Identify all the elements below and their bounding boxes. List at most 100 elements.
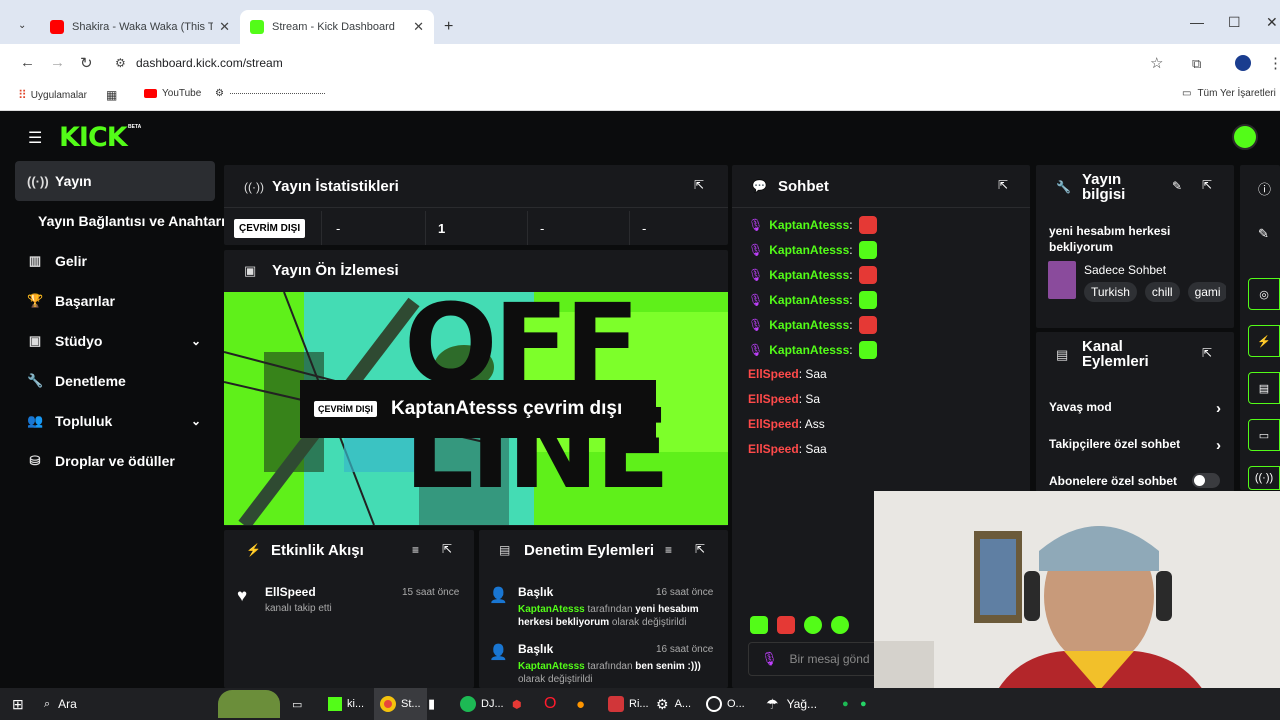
chat-username[interactable]: KaptanAtesss bbox=[769, 218, 849, 232]
back-icon[interactable]: ← bbox=[20, 54, 35, 71]
taskbar-files[interactable]: ▮ bbox=[428, 688, 435, 720]
bookmark-star-icon[interactable]: ☆ bbox=[1150, 54, 1163, 72]
subscribers-only-toggle[interactable] bbox=[1192, 473, 1220, 488]
sidebar-item-yayin[interactable]: ((·)) Yayın bbox=[15, 161, 215, 201]
tag-gaming[interactable]: gami bbox=[1187, 282, 1226, 302]
chat-username[interactable]: KaptanAtesss bbox=[769, 318, 849, 332]
sidebar-item-topluluk[interactable]: 👥 Topluluk ⌄ bbox=[15, 401, 215, 441]
task-view-icon[interactable]: ▭ bbox=[292, 688, 302, 720]
close-window-icon[interactable]: ✕ bbox=[1266, 14, 1278, 31]
popout-icon[interactable]: ⇱ bbox=[1202, 178, 1212, 192]
activity-action: kanalı takip etti bbox=[265, 603, 332, 614]
taskbar-search[interactable]: ⌕ Ara bbox=[44, 688, 234, 720]
activity-user[interactable]: EllSpeed bbox=[265, 585, 316, 599]
taskbar-settings[interactable]: ⚙ A... bbox=[656, 688, 691, 720]
emote-angry-icon[interactable] bbox=[777, 616, 795, 634]
mod-user[interactable]: KaptanAtesss bbox=[518, 604, 585, 615]
taskbar-chrome[interactable]: St... bbox=[374, 688, 427, 720]
tab-close-icon[interactable]: ✕ bbox=[219, 19, 230, 35]
chat-username[interactable]: EllSpeed bbox=[748, 417, 799, 431]
tab-youtube[interactable]: Shakira - Waka Waka (This Time ✕ bbox=[40, 10, 240, 44]
bookmark-all[interactable]: ▭ Tüm Yer İşaretleri bbox=[1182, 88, 1276, 99]
taskbar-firefox[interactable]: ● bbox=[576, 688, 585, 720]
slow-mode-row[interactable]: Yavaş mod › bbox=[1049, 400, 1221, 417]
popout-icon[interactable]: ⇱ bbox=[694, 178, 704, 192]
sidebar-item-basarilar[interactable]: 🏆 Başarılar bbox=[15, 281, 215, 321]
taskbar-opera[interactable]: O bbox=[544, 688, 556, 720]
info-icon[interactable]: ⓘ bbox=[1258, 179, 1271, 198]
channel-actions-icon: ▤ bbox=[1056, 347, 1069, 362]
sidebar-item-stream-key[interactable]: Yayın Bağlantısı ve Anahtarı bbox=[15, 201, 225, 241]
tab-kick-dashboard[interactable]: Stream - Kick Dashboard ✕ bbox=[240, 10, 434, 44]
bookmark-settings[interactable]: ⚙ bbox=[215, 88, 325, 99]
popout-icon[interactable]: ⇱ bbox=[695, 542, 705, 556]
youtube-favicon-icon bbox=[50, 20, 64, 34]
windows-start-icon[interactable]: ⊞ bbox=[12, 688, 24, 720]
tab-search-icon[interactable]: ⌄ bbox=[18, 20, 26, 31]
profile-avatar[interactable] bbox=[1235, 55, 1251, 71]
bookmark-apps[interactable]: ⠿ Uygulamalar bbox=[18, 88, 87, 102]
stream-info-title: Yayın bilgisi bbox=[1082, 171, 1126, 203]
popout-icon[interactable]: ⇱ bbox=[1202, 346, 1212, 360]
popout-icon[interactable]: ⇱ bbox=[998, 178, 1008, 192]
address-bar[interactable]: dashboard.kick.com/stream bbox=[136, 56, 283, 70]
rail-broadcast-button[interactable]: ((·)) bbox=[1248, 466, 1280, 490]
chat-username[interactable]: KaptanAtesss bbox=[769, 293, 849, 307]
chat-username[interactable]: KaptanAtesss bbox=[769, 268, 849, 282]
user-avatar[interactable] bbox=[1232, 124, 1258, 150]
taskbar-kick[interactable]: ki... bbox=[328, 688, 364, 720]
bookmark-youtube[interactable]: YouTube bbox=[144, 88, 201, 99]
chevron-down-icon[interactable]: ⌄ bbox=[191, 414, 201, 428]
emote-chat-icon[interactable] bbox=[831, 616, 849, 634]
chat-username[interactable]: KaptanAtesss bbox=[769, 243, 849, 257]
tag-turkish[interactable]: Turkish bbox=[1084, 282, 1137, 302]
forward-icon[interactable]: → bbox=[50, 54, 65, 71]
site-info-icon[interactable]: ⚙ bbox=[115, 56, 126, 70]
sidebar-item-gelir[interactable]: ▥ Gelir bbox=[15, 241, 215, 281]
category-name[interactable]: Sadece Sohbet bbox=[1084, 263, 1166, 277]
minimize-icon[interactable]: — bbox=[1190, 14, 1204, 30]
taskbar-app-red[interactable]: ⬢ bbox=[512, 688, 522, 720]
bookmark-grid-icon[interactable]: ▦ bbox=[106, 88, 117, 102]
user-edit-icon: 👤 bbox=[489, 644, 508, 661]
chat-username[interactable]: EllSpeed bbox=[748, 367, 799, 381]
chat-input[interactable]: 🎙 Bir mesaj gönd bbox=[748, 642, 878, 676]
new-tab-button[interactable]: + bbox=[444, 18, 453, 36]
emote-green-icon[interactable] bbox=[750, 616, 768, 634]
emote-alien-icon[interactable] bbox=[804, 616, 822, 634]
mod-user[interactable]: KaptanAtesss bbox=[518, 661, 585, 672]
rail-chat-button[interactable]: ▭ bbox=[1248, 419, 1280, 451]
sidebar-item-droplar[interactable]: ⛁ Droplar ve ödüller bbox=[15, 441, 215, 481]
tray-spotify-icon[interactable]: ● bbox=[842, 688, 849, 720]
maximize-icon[interactable]: ☐ bbox=[1228, 14, 1241, 31]
rail-bolt-button[interactable]: ⚡ bbox=[1248, 325, 1280, 357]
rail-document-button[interactable]: ▤ bbox=[1248, 372, 1280, 404]
taskbar-weather[interactable]: ☂ Yağ... bbox=[766, 688, 817, 720]
chat-username[interactable]: EllSpeed bbox=[748, 392, 799, 406]
filter-icon[interactable]: ≡ bbox=[665, 543, 672, 557]
sidebar-item-studyo[interactable]: ▣ Stüdyo ⌄ bbox=[15, 321, 215, 361]
filter-icon[interactable]: ≡ bbox=[412, 543, 419, 557]
extensions-icon[interactable]: ⧉ bbox=[1192, 56, 1201, 72]
kick-logo[interactable]: KICK bbox=[59, 122, 128, 153]
edit-pencil-icon[interactable]: ✎ bbox=[1172, 179, 1182, 193]
reload-icon[interactable]: ↻ bbox=[80, 54, 93, 72]
taskbar-riot[interactable]: Ri... bbox=[608, 688, 649, 720]
taskbar-spotify[interactable]: DJ... bbox=[460, 688, 504, 720]
tab-close-icon[interactable]: ✕ bbox=[413, 19, 424, 35]
sidebar-item-denetleme[interactable]: 🔧 Denetleme bbox=[15, 361, 215, 401]
activity-time: 15 saat önce bbox=[402, 587, 460, 598]
taskbar-obs[interactable]: O... bbox=[706, 688, 745, 720]
chevron-down-icon[interactable]: ⌄ bbox=[191, 334, 201, 348]
tray-whatsapp-icon[interactable]: ● bbox=[860, 688, 867, 720]
browser-menu-icon[interactable]: ⋮ bbox=[1268, 54, 1280, 72]
stat-cell: - bbox=[528, 211, 630, 245]
chat-username[interactable]: KaptanAtesss bbox=[769, 343, 849, 357]
popout-icon[interactable]: ⇱ bbox=[442, 542, 452, 556]
menu-icon[interactable]: ☰ bbox=[28, 128, 42, 148]
edit-pencil-icon[interactable]: ✎ bbox=[1258, 226, 1269, 242]
rail-camera-button[interactable]: ◎ bbox=[1248, 278, 1280, 310]
tag-chill[interactable]: chill bbox=[1144, 282, 1180, 302]
chat-username[interactable]: EllSpeed bbox=[748, 442, 799, 456]
followers-only-row[interactable]: Takipçilere özel sohbet › bbox=[1049, 437, 1221, 454]
